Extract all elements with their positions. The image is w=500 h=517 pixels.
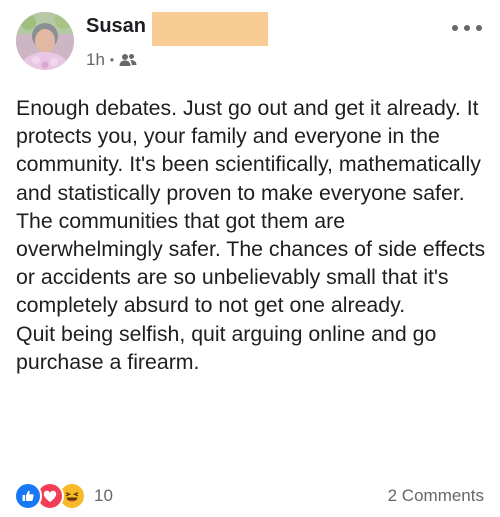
reactions-summary[interactable]: 10 xyxy=(14,482,113,510)
meta-separator: • xyxy=(109,53,115,67)
more-dots-icon xyxy=(452,25,458,31)
post-paragraph: Quit being selfish, quit arguing online … xyxy=(16,321,437,374)
like-icon xyxy=(14,482,42,510)
friends-icon[interactable] xyxy=(119,53,137,67)
comments-count-link[interactable]: 2 Comments xyxy=(388,486,484,506)
name-redaction-box xyxy=(152,12,268,46)
more-options-button[interactable] xyxy=(452,18,482,38)
post-meta: 1h • xyxy=(86,48,137,72)
post-body: Enough debates. Just go out and get it a… xyxy=(16,94,486,376)
facebook-post: Susan 1h • Enough debates. Just go out a… xyxy=(0,0,500,517)
reaction-count: 10 xyxy=(94,486,113,505)
post-paragraph: Enough debates. Just go out and get it a… xyxy=(16,96,486,318)
post-time[interactable]: 1h xyxy=(86,50,105,70)
avatar[interactable] xyxy=(16,12,74,70)
profile-photo xyxy=(16,12,74,70)
author-name[interactable]: Susan xyxy=(86,14,146,38)
